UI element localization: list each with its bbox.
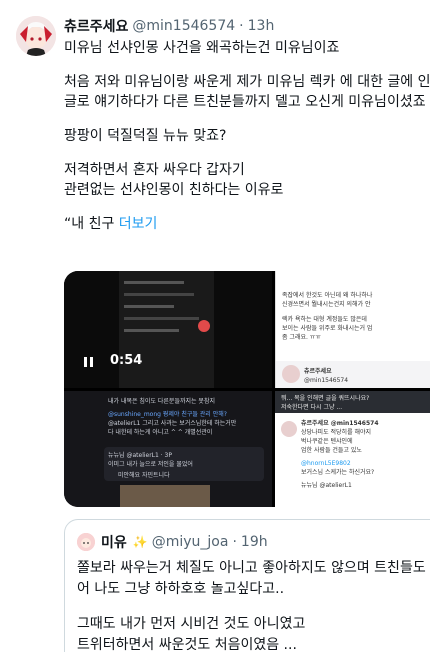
image-bottom-left[interactable]: 내가 내목은 침이도 다른분들까지는 못참지 @sunshine_mong 뭥제… <box>64 391 272 507</box>
image-text: 렉카 욕하는 대형 계정들도 많은데 <box>282 316 367 323</box>
quote-author-name[interactable]: 미유 <box>101 532 127 552</box>
avatar <box>281 421 297 437</box>
avatar <box>282 365 300 383</box>
author-avatar[interactable] <box>16 16 56 56</box>
quote-line: 트위터하면서 싸운것도 처음이였음 ... <box>77 637 297 652</box>
tweet-line: 글로 얘기하다가 다른 트친분들까지 델고 오신게 미유님이셨죠 <box>64 94 426 110</box>
image-text: @sunshine_mong 뭥제야 친구들 관리 안해? <box>108 411 227 418</box>
tweet-line: 처음 저와 미유님이랑 싸운게 제가 미유님 렉카 에 대한 글에 인용 <box>64 74 430 90</box>
tweet-line: 미유님 선샤인몽 사건을 왜곡하는건 미유님이죠 <box>64 40 340 56</box>
quote-author-handle[interactable]: @miyu_joa <box>152 534 229 550</box>
show-more-link[interactable]: 더보기 <box>119 216 158 232</box>
quote-line: 어 나도 그냥 하하호호 놀고싶다고.. <box>77 581 285 597</box>
image-text: 뭐... 목을 인해면 글을 쿼뜨시나요? <box>281 395 370 402</box>
quote-header: 미유 ✨ @miyu_joa · 19h <box>77 532 268 552</box>
image-text: 츄르주세요 @min1546574 <box>301 420 379 427</box>
tweet-body: 미유님 선샤인몽 사건을 왜곡하는건 미유님이죠 처음 저와 미유님이랑 싸운게… <box>64 38 430 234</box>
video-player[interactable]: 0:54 <box>64 271 272 388</box>
image-text: 엄한 사람들 건들고 있노 <box>301 447 362 454</box>
quote-time[interactable]: 19h <box>241 534 268 550</box>
tweet-header: 츄르주세요 @min1546574 · 13h <box>64 16 274 36</box>
image-text: @atelierL1 그리고 사과는 보거스님한테 하는거만 <box>108 420 237 427</box>
image-text: 저숙한다면 다시 그냥 ... <box>281 404 343 411</box>
image-author-handle: @min1546574 <box>304 377 349 384</box>
author-name[interactable]: 츄르주세요 <box>64 16 128 36</box>
image-text: 족잡에서 한것도 아닌데 왜 하나하나 <box>282 292 373 299</box>
image-top-right[interactable]: 족잡에서 한것도 아닌데 왜 하나하나 신경쓰면서 뭘내시는건지 의해가 안 렉… <box>275 271 430 388</box>
tweet-line-prefix: “내 친구 <box>64 216 119 232</box>
quote-body: 쫄보라 싸우는거 체질도 아니고 좋아하지도 않으며 트친들도 싫 어 나도 그… <box>77 558 430 652</box>
separator-dot: · <box>239 18 244 34</box>
image-text: 상당나피도 적당히를 해야지 <box>301 429 372 436</box>
quoted-tweet[interactable]: 미유 ✨ @miyu_joa · 19h 쫄보라 싸우는거 체질도 아니고 좋아… <box>64 519 430 652</box>
quote-line: 쫄보라 싸우는거 체질도 아니고 좋아하지도 않으며 트친들도 싫 <box>77 560 430 576</box>
image-text: 보이는 사람들 위주로 화내시는거 엄 <box>282 325 373 332</box>
image-text: 다 내한테 하는게 아니고 ^ ^ 개별선관이 <box>108 429 213 436</box>
image-text: 보거스님 스케가는 하신거요? <box>301 469 375 476</box>
image-text: 내가 내목은 침이도 다른분들까지는 못참지 <box>108 398 215 405</box>
image-text: 이미그 내가 늘으로 저인을 물었어 <box>108 461 193 468</box>
image-author-name: 츄르주세요 <box>304 368 332 375</box>
video-duration: 0:54 <box>110 353 143 368</box>
tweet-time[interactable]: 13h <box>248 18 275 34</box>
image-text: 좀 그래요. ㅠㅠ <box>282 334 321 341</box>
image-text: 뉴뉴님 @atelierL1 <box>301 482 352 489</box>
image-text: 미안해요 자민트니다 <box>118 472 170 479</box>
quote-line: 그때도 내가 먼저 시비건 것도 아니였고 <box>77 616 306 632</box>
media-grid: 0:54 족잡에서 한것도 아닌데 왜 하나하나 신경쓰면서 뭘내시는건지 의해… <box>64 271 430 507</box>
tweet-line: 저격하면서 혼자 싸우다 갑자기 <box>64 162 245 178</box>
author-handle[interactable]: @min1546574 <box>132 18 235 34</box>
image-text: 벅나쿠같은 텐샤인에 <box>301 438 353 445</box>
tweet-line: 팡팡이 덕질덕질 뉴뉴 맞죠? <box>64 128 227 144</box>
tweet-line-last: “내 친구 더보기 <box>64 214 430 234</box>
image-text: 신경쓰면서 뭘내시는건지 의해가 안 <box>282 301 371 308</box>
image-bottom-right[interactable]: 뭐... 목을 인해면 글을 쿼뜨시나요? 저숙한다면 다시 그냥 ... 츄르… <box>275 391 430 507</box>
image-text: @hnornL5E9802 <box>301 460 351 467</box>
separator-dot: · <box>232 534 237 550</box>
pause-icon[interactable] <box>84 357 93 367</box>
image-text: 뉴뉴님 @atelierL1 · 3P <box>108 452 172 459</box>
sparkle-icon: ✨ <box>132 535 148 549</box>
tweet-line: 관련없는 선샤인몽이 친하다는 이유로 <box>64 182 284 198</box>
quote-avatar[interactable] <box>77 533 95 551</box>
